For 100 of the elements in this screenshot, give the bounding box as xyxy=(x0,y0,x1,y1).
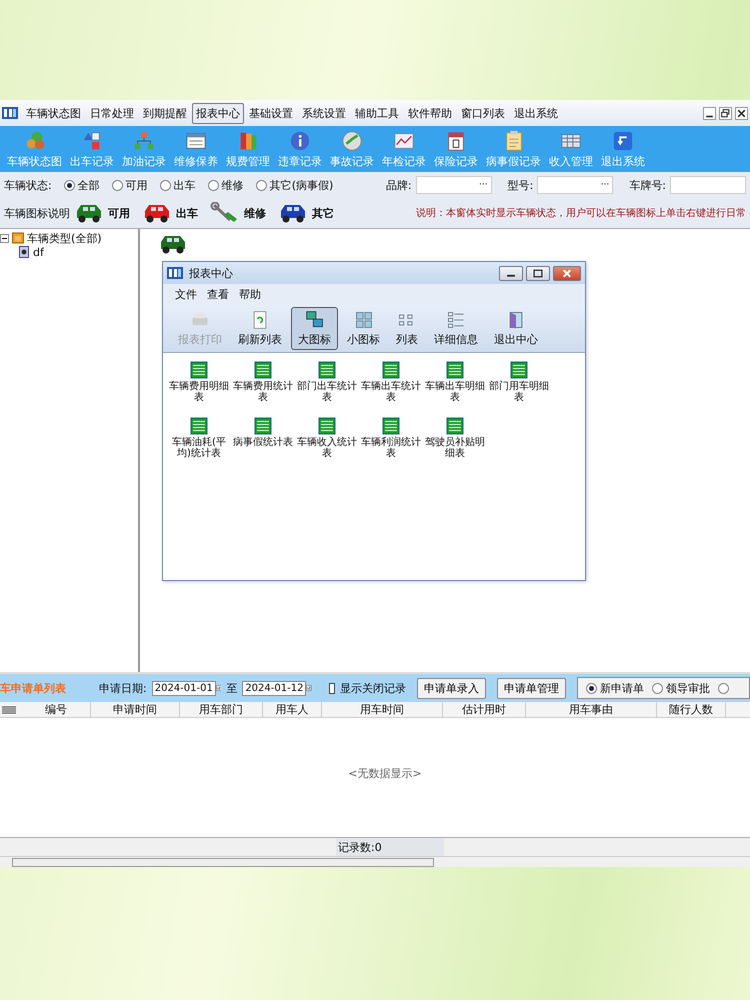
date-field[interactable]: 2024-01-01 xyxy=(152,680,216,696)
maximize-icon[interactable] xyxy=(526,266,550,280)
calendar-icon xyxy=(445,130,467,152)
status-radio[interactable]: 其它(病事假) xyxy=(256,178,334,192)
menu-item[interactable]: 报表中心 xyxy=(192,102,244,124)
action-button[interactable]: 申请单录入 xyxy=(417,678,486,698)
document-icon xyxy=(18,246,30,258)
report-label[interactable]: 车辆出车明细表 xyxy=(425,382,485,403)
column-header[interactable]: 随行人数 xyxy=(657,702,726,717)
menu-item[interactable]: 退出系统 xyxy=(510,102,562,124)
report-label[interactable]: 车辆费用统计表 xyxy=(233,382,293,403)
calendar-icon[interactable] xyxy=(216,682,222,694)
menu-item[interactable]: 查看 xyxy=(207,287,229,302)
range-label: 至 xyxy=(226,680,238,696)
report-label[interactable]: 部门用车明细表 xyxy=(489,382,549,403)
report-label[interactable]: 车辆出车统计表 xyxy=(361,382,421,403)
mode-radio[interactable] xyxy=(718,682,729,694)
status-radio[interactable]: 全部 xyxy=(64,178,100,192)
tree-item[interactable]: 车辆类型(全部) xyxy=(27,230,102,246)
menu-item[interactable]: 基础设置 xyxy=(245,102,297,124)
menu-item[interactable]: 车辆状态图 xyxy=(22,102,85,124)
date-label: 申请日期: xyxy=(99,680,147,696)
calendar-icon[interactable] xyxy=(306,682,312,694)
report-label[interactable]: 部门出车统计表 xyxy=(297,382,357,403)
mode-radio[interactable]: 新申请单 xyxy=(586,680,644,696)
menu-item[interactable]: 辅助工具 xyxy=(351,102,403,124)
column-header[interactable]: 用车部门 xyxy=(180,702,263,717)
checkbox[interactable] xyxy=(328,682,335,694)
menu-item[interactable]: 日常处理 xyxy=(86,102,138,124)
restore-icon[interactable] xyxy=(719,106,732,120)
date-field[interactable]: 2024-01-12 xyxy=(242,680,306,696)
disc-icon xyxy=(341,130,363,152)
input-field[interactable] xyxy=(670,176,746,194)
large-icons-icon xyxy=(304,310,324,330)
empty-message: <无数据显示> xyxy=(348,766,422,782)
legend-text: 可用 xyxy=(108,206,130,220)
legend-text: 维修 xyxy=(244,206,266,220)
column-header[interactable]: 估计用时 xyxy=(443,702,526,717)
toolbar-button[interactable]: 列表 xyxy=(389,307,425,350)
report-icon xyxy=(254,417,272,435)
info-icon xyxy=(289,130,311,152)
status-radio[interactable]: 维修 xyxy=(208,178,244,192)
column-header[interactable]: 用车时间 xyxy=(322,702,443,717)
toolbar-button[interactable]: 详细信息 xyxy=(427,307,485,350)
status-radio[interactable]: 出车 xyxy=(160,178,196,192)
coins-icon xyxy=(24,130,46,152)
legend-text: 其它 xyxy=(312,206,334,220)
filter-label: 车辆状态: xyxy=(4,178,52,192)
toolbar-button[interactable]: 大图标 xyxy=(291,307,338,350)
menu-item[interactable]: 窗口列表 xyxy=(457,102,509,124)
report-icon xyxy=(190,417,208,435)
menu-item[interactable]: 到期提醒 xyxy=(139,102,191,124)
status-radio[interactable]: 可用 xyxy=(112,178,148,192)
report-icon xyxy=(318,361,336,379)
car-icon[interactable] xyxy=(158,233,188,255)
menu-item[interactable]: 软件帮助 xyxy=(404,102,456,124)
report-icon xyxy=(254,361,272,379)
report-label[interactable]: 病事假统计表 xyxy=(233,438,293,448)
minimize-icon[interactable] xyxy=(703,106,716,120)
scrollbar[interactable] xyxy=(0,856,750,867)
toolbar-button[interactable]: 刷新列表 xyxy=(231,307,289,350)
toolbar-button[interactable]: 退出中心 xyxy=(487,307,545,350)
column-header[interactable]: 用车人 xyxy=(263,702,322,717)
mode-radio[interactable]: 领导审批 xyxy=(652,680,710,696)
report-icon xyxy=(382,417,400,435)
report-label[interactable]: 车辆利润统计表 xyxy=(361,438,421,459)
report-icon xyxy=(510,361,528,379)
report-label[interactable]: 车辆费用明细表 xyxy=(169,382,229,403)
menu-item[interactable]: 系统设置 xyxy=(298,102,350,124)
grid-icon[interactable] xyxy=(2,706,16,714)
toolbar-button[interactable]: 小图标 xyxy=(340,307,387,350)
window-title: 报表中心 xyxy=(189,266,233,280)
report-label[interactable]: 驾驶员补贴明细表 xyxy=(425,438,485,459)
minimize-icon[interactable] xyxy=(499,266,523,280)
menu-item[interactable]: 文件 xyxy=(175,287,197,302)
action-button[interactable]: 申请单管理 xyxy=(497,678,566,698)
input-field[interactable]: ··· xyxy=(416,176,492,194)
column-header[interactable]: 申请时间 xyxy=(91,702,180,717)
report-label[interactable]: 车辆油耗(平均)统计表 xyxy=(169,438,229,459)
record-count: 记录数:0 xyxy=(336,838,444,856)
wrench-icon xyxy=(210,202,240,224)
tree-item[interactable]: df xyxy=(33,246,44,258)
menu-item[interactable]: 帮助 xyxy=(239,287,261,302)
collapse-toggle[interactable] xyxy=(0,234,9,242)
app-logo-icon xyxy=(2,107,18,119)
report-icon xyxy=(190,361,208,379)
input-field[interactable]: ··· xyxy=(537,176,614,194)
close-icon[interactable] xyxy=(735,106,748,120)
app-logo-icon xyxy=(167,267,183,279)
column-header[interactable]: 用车事由 xyxy=(526,702,657,717)
field-label: 车牌号: xyxy=(629,178,666,192)
report-label[interactable]: 车辆收入统计表 xyxy=(297,438,357,459)
shapes-icon xyxy=(81,130,103,152)
field-label: 品牌: xyxy=(386,178,412,192)
report-icon xyxy=(318,417,336,435)
report-icon xyxy=(382,361,400,379)
column-header[interactable]: 编号 xyxy=(22,702,91,717)
checkbox-label: 显示关闭记录 xyxy=(340,680,406,696)
small-icons-icon xyxy=(354,310,374,330)
folder-icon xyxy=(12,232,24,244)
